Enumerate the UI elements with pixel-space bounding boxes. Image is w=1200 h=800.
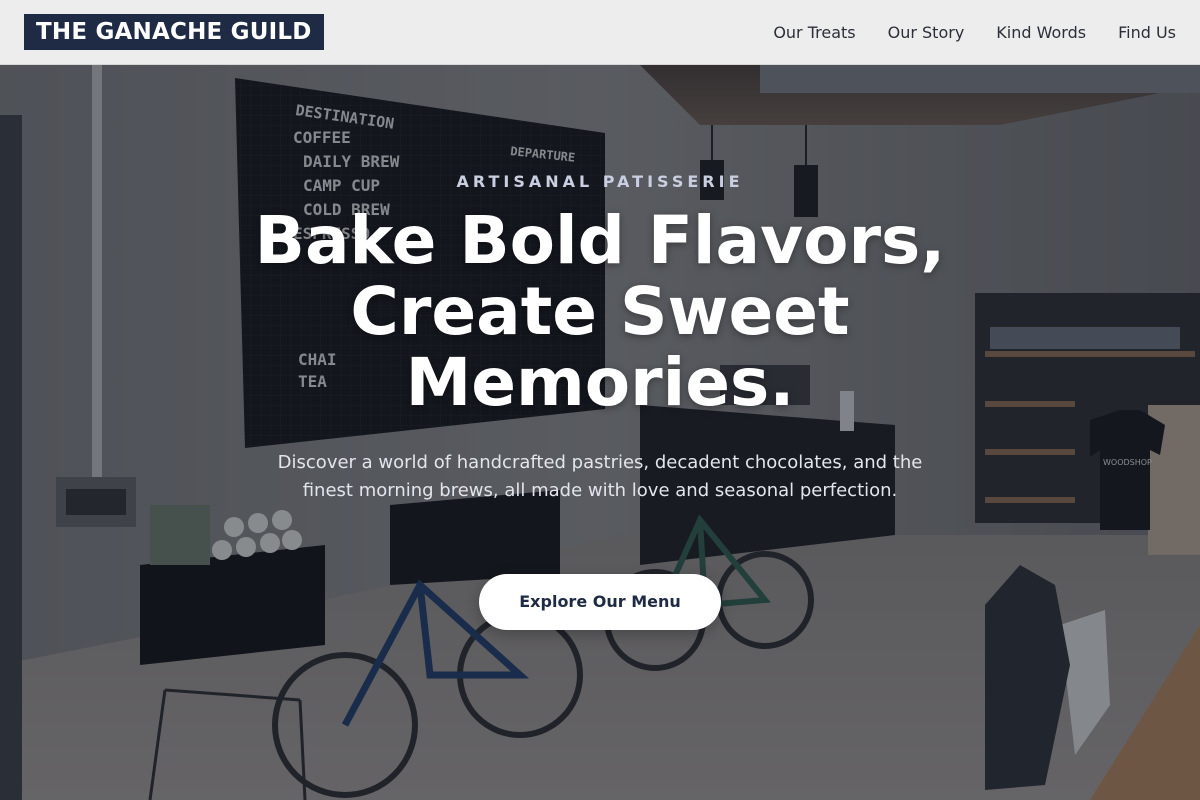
nav-links: Our Treats Our Story Kind Words Find Us <box>773 0 1176 64</box>
nav-link-find-us[interactable]: Find Us <box>1118 23 1176 42</box>
top-navigation-bar: THE GANACHE GUILD Our Treats Our Story K… <box>0 0 1200 65</box>
nav-link-kind-words[interactable]: Kind Words <box>996 23 1086 42</box>
explore-menu-button[interactable]: Explore Our Menu <box>479 574 721 630</box>
nav-link-our-treats[interactable]: Our Treats <box>773 23 855 42</box>
hero-description: Discover a world of handcrafted pastries… <box>277 452 923 501</box>
hero-eyebrow: ARTISANAL PATISSERIE <box>456 172 744 191</box>
nav-link-our-story[interactable]: Our Story <box>888 23 965 42</box>
hero-content: ARTISANAL PATISSERIE Bake Bold Flavors, … <box>0 65 1200 800</box>
hero-headline: Bake Bold Flavors, Create Sweet Memories… <box>254 202 946 421</box>
brand-logo[interactable]: THE GANACHE GUILD <box>24 14 324 50</box>
hero-section: DESTINATION DEPARTURE COFFEE DAILY BREW … <box>0 65 1200 800</box>
